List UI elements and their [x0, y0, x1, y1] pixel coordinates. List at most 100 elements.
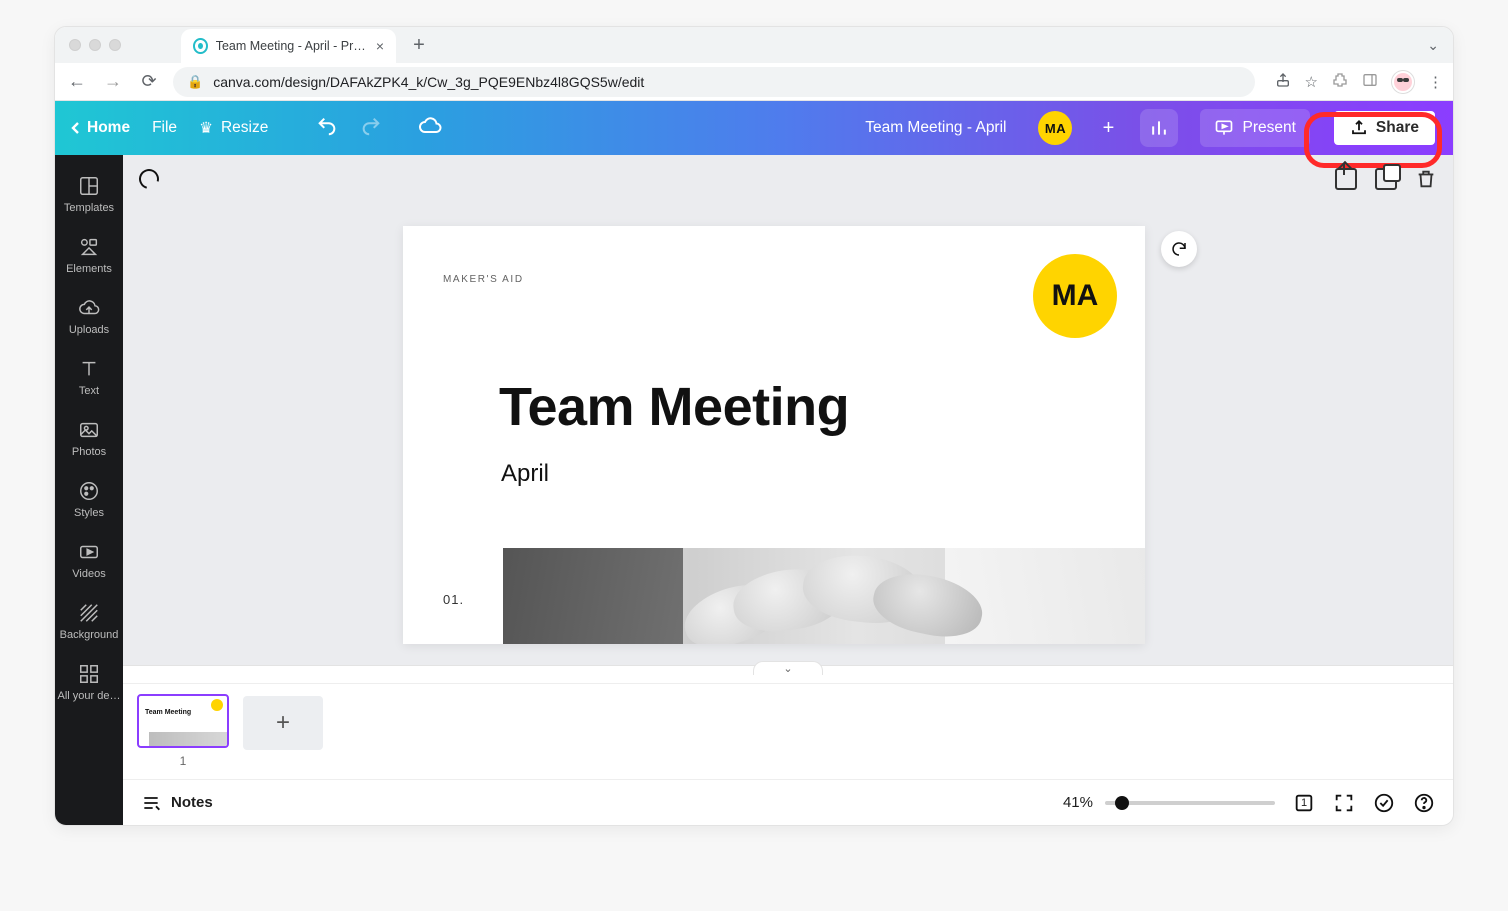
traffic-light-max[interactable]	[109, 39, 121, 51]
sidebar-item-styles[interactable]: Styles	[55, 470, 123, 531]
slide-title[interactable]: Team Meeting	[499, 376, 849, 438]
crown-icon: ♛	[199, 119, 213, 138]
side-panel-icon[interactable]	[1362, 72, 1378, 92]
nav-reload-icon[interactable]: ⟳	[137, 71, 161, 92]
tab-close-icon[interactable]: ×	[374, 38, 386, 54]
browser-tab[interactable]: Team Meeting - April - Present ×	[181, 29, 396, 63]
sidebar-item-all-designs[interactable]: All your de…	[55, 653, 123, 714]
document-title[interactable]: Team Meeting - April	[865, 119, 1006, 137]
sidebar-item-uploads[interactable]: Uploads	[55, 287, 123, 348]
slide-canvas[interactable]: MAKER'S AID MA Team Meeting April 01.	[403, 226, 1145, 644]
help-button[interactable]	[1413, 792, 1435, 814]
slide-subtitle[interactable]: April	[501, 460, 549, 488]
thumbnail-index: 1	[180, 754, 187, 768]
filmstrip: Team Meeting 1 +	[123, 683, 1453, 779]
slide-thumbnail[interactable]: Team Meeting 1	[137, 694, 229, 768]
cloud-sync-icon[interactable]	[418, 114, 442, 143]
sidebar-item-label: Background	[60, 630, 119, 641]
window-controls[interactable]	[69, 39, 121, 51]
notes-icon	[141, 793, 161, 813]
duplicate-page-icon[interactable]	[1375, 168, 1397, 190]
add-collaborator-button[interactable]: +	[1098, 118, 1118, 138]
browser-menu-icon[interactable]: ⋮	[1428, 73, 1443, 91]
regenerate-button[interactable]	[1161, 231, 1197, 267]
bookmark-star-icon[interactable]: ☆	[1305, 73, 1318, 91]
nav-forward-icon: →	[101, 71, 125, 92]
extensions-icon[interactable]	[1332, 72, 1348, 92]
slide-logo-badge[interactable]: MA	[1033, 254, 1117, 338]
sidebar-item-label: Elements	[66, 264, 112, 275]
export-page-icon[interactable]	[1335, 168, 1357, 190]
browser-toolbar: ← → ⟳ 🔒 canva.com/design/DAFAkZPK4_k/Cw_…	[55, 63, 1453, 101]
workspace: Templates Elements Uploads Text Photos S…	[55, 155, 1453, 825]
new-tab-button[interactable]: +	[406, 32, 432, 58]
address-bar[interactable]: 🔒 canva.com/design/DAFAkZPK4_k/Cw_3g_PQE…	[173, 67, 1255, 97]
sidebar-item-label: All your de…	[58, 691, 121, 702]
sidebar-item-label: Photos	[72, 447, 106, 458]
home-label: Home	[87, 119, 130, 137]
refresh-icon	[1170, 240, 1188, 258]
sidebar-item-label: Templates	[64, 203, 114, 214]
browser-tab-title: Team Meeting - April - Present	[216, 39, 366, 53]
sidebar-item-label: Uploads	[69, 325, 109, 336]
browser-window: Team Meeting - April - Present × + ⌄ ← →…	[54, 26, 1454, 826]
sidebar-item-label: Videos	[72, 569, 105, 580]
status-check-icon[interactable]	[1373, 792, 1395, 814]
thumbnail-title: Team Meeting	[145, 709, 191, 716]
canva-favicon	[193, 38, 208, 54]
sidebar-item-text[interactable]: Text	[55, 348, 123, 409]
home-button[interactable]: Home	[71, 119, 130, 137]
nav-back-icon[interactable]: ←	[65, 71, 89, 92]
sidebar-item-label: Text	[79, 386, 99, 397]
file-menu[interactable]: File	[152, 119, 177, 137]
sidebar-item-background[interactable]: Background	[55, 592, 123, 653]
side-panel: Templates Elements Uploads Text Photos S…	[55, 155, 123, 825]
present-button[interactable]: Present	[1200, 109, 1309, 147]
share-label: Share	[1376, 119, 1419, 137]
url-text: canva.com/design/DAFAkZPK4_k/Cw_3g_PQE9E…	[213, 74, 644, 90]
zoom-slider[interactable]	[1105, 801, 1275, 805]
collaborator-avatar[interactable]: MA	[1038, 111, 1072, 145]
traffic-light-close[interactable]	[69, 39, 81, 51]
browser-tab-strip: Team Meeting - April - Present × + ⌄	[55, 27, 1453, 63]
page-manager-button[interactable]: 1	[1293, 792, 1315, 814]
delete-page-icon[interactable]	[1415, 168, 1437, 190]
traffic-light-min[interactable]	[89, 39, 101, 51]
sidebar-item-elements[interactable]: Elements	[55, 226, 123, 287]
slide-brand-text[interactable]: MAKER'S AID	[443, 274, 524, 285]
profile-avatar[interactable]	[1392, 71, 1414, 93]
share-button[interactable]: Share	[1332, 109, 1437, 147]
app-bar: Home File ♛ Resize Team Meeting - April …	[55, 101, 1453, 155]
sidebar-item-label: Styles	[74, 508, 104, 519]
presentation-icon	[1214, 118, 1234, 138]
share-page-icon[interactable]	[1275, 72, 1291, 92]
sidebar-item-videos[interactable]: Videos	[55, 531, 123, 592]
filmstrip-collapse-handle[interactable]: ⌄	[123, 665, 1453, 683]
bar-chart-icon	[1149, 118, 1169, 138]
browser-extension-icons: ☆ ⋮	[1275, 71, 1443, 93]
zoom-control: 41%	[1063, 794, 1275, 811]
resize-label: Resize	[221, 119, 268, 137]
file-label: File	[152, 119, 177, 137]
lock-icon: 🔒	[187, 74, 203, 90]
footer-bar: Notes 41% 1	[123, 779, 1453, 825]
chevron-left-icon	[71, 121, 81, 135]
notes-label: Notes	[171, 794, 213, 811]
slide-image[interactable]	[503, 548, 1145, 644]
notes-button[interactable]: Notes	[141, 793, 213, 813]
tabs-chevron-icon[interactable]: ⌄	[1427, 37, 1439, 54]
upload-icon	[1350, 119, 1368, 137]
undo-icon[interactable]	[316, 115, 338, 142]
page-count: 1	[1301, 797, 1307, 809]
fullscreen-button[interactable]	[1333, 792, 1355, 814]
slider-handle[interactable]	[1115, 796, 1129, 810]
zoom-value: 41%	[1063, 794, 1093, 811]
add-slide-button[interactable]: +	[243, 696, 323, 750]
canvas-area: MAKER'S AID MA Team Meeting April 01.	[123, 155, 1453, 825]
sidebar-item-photos[interactable]: Photos	[55, 409, 123, 470]
insights-button[interactable]	[1140, 109, 1178, 147]
sidebar-item-templates[interactable]: Templates	[55, 165, 123, 226]
editor-stage[interactable]: MAKER'S AID MA Team Meeting April 01.	[123, 203, 1453, 665]
slide-page-number[interactable]: 01.	[443, 592, 464, 607]
resize-button[interactable]: ♛ Resize	[199, 119, 268, 138]
